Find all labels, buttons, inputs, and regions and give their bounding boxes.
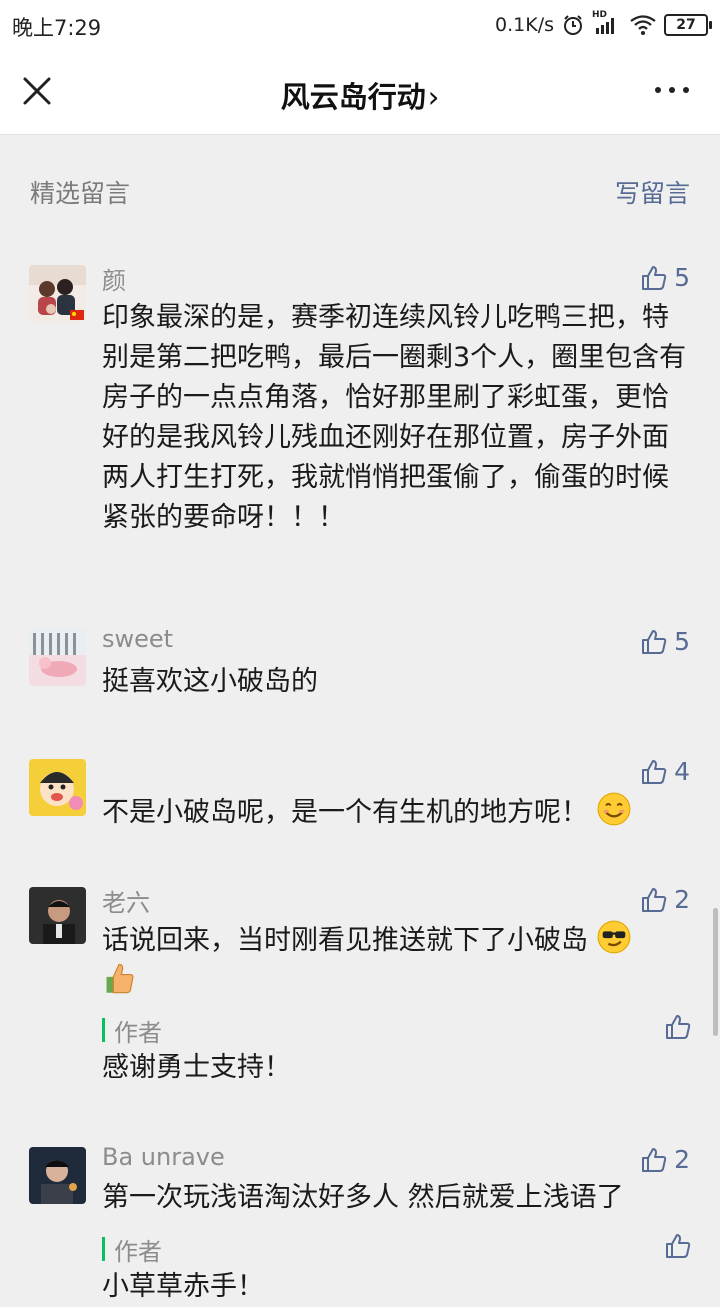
author-marker bbox=[102, 1018, 105, 1042]
like-button[interactable]: 2 bbox=[640, 1145, 690, 1174]
thumb-up-icon bbox=[642, 759, 667, 784]
comment-item: sweet 5 挺喜欢这小破岛的 bbox=[0, 622, 720, 712]
thumb-up-icon bbox=[642, 887, 667, 912]
like-button[interactable]: 5 bbox=[640, 263, 690, 292]
signal-icon: HD bbox=[592, 10, 622, 36]
avatar[interactable] bbox=[29, 265, 86, 322]
thumb-up-icon bbox=[642, 1147, 667, 1172]
comment-text: 不是小破岛呢，是一个有生机的地方呢！ bbox=[102, 792, 692, 833]
chevron-right-icon: › bbox=[427, 80, 440, 114]
comment-text: 第一次玩浅语淘汰好多人 然后就爱上浅语了 bbox=[102, 1182, 624, 1213]
like-button[interactable]: 5 bbox=[640, 627, 690, 656]
smile-emoji bbox=[597, 792, 631, 826]
more-icon[interactable] bbox=[654, 82, 690, 98]
battery-icon: 27 bbox=[664, 14, 712, 36]
wifi-icon bbox=[630, 15, 656, 35]
scrollbar[interactable] bbox=[713, 908, 718, 1036]
page-title[interactable]: 风云岛行动› bbox=[0, 74, 720, 116]
like-count: 2 bbox=[674, 885, 690, 914]
thumb-up-icon bbox=[642, 265, 667, 290]
battery-level: 27 bbox=[676, 17, 696, 33]
like-count: 2 bbox=[674, 1145, 690, 1174]
comment-item: 老六 2 话说回来，当时刚看见推送就下了小破岛 作者 感谢勇士支持！ bbox=[0, 880, 720, 1090]
comments-header: 精选留言 写留言 bbox=[0, 134, 720, 244]
avatar[interactable] bbox=[29, 629, 86, 686]
thumb-up-icon[interactable] bbox=[664, 1232, 692, 1260]
comment-item: 4 不是小破岛呢，是一个有生机的地方呢！ bbox=[0, 752, 720, 842]
thumbs-up-emoji bbox=[106, 963, 134, 994]
comment-text-content: 不是小破岛呢，是一个有生机的地方呢！ bbox=[102, 797, 588, 828]
comment-nickname: 老六 bbox=[102, 889, 150, 917]
status-bar: 晚上7:29 0.1K/s HD 27 bbox=[0, 0, 720, 50]
author-label: 作者 bbox=[114, 1019, 162, 1047]
cool-emoji bbox=[597, 920, 631, 954]
nav-bar: 风云岛行动› bbox=[0, 50, 720, 135]
author-reply-header: 作者 bbox=[102, 1013, 692, 1047]
author-reply-text: 小草草赤手！ bbox=[102, 1271, 264, 1302]
avatar[interactable] bbox=[29, 887, 86, 944]
alarm-icon bbox=[564, 15, 582, 35]
status-time: 晚上7:29 bbox=[12, 16, 102, 40]
comment-item: 颜 5 印象最深的是，赛季初连续风铃儿吃鸭三把，特别是第二把吃鸭，最后一圈剩3个… bbox=[0, 258, 720, 588]
like-button[interactable]: 4 bbox=[640, 757, 690, 786]
author-reply-header: 作者 bbox=[102, 1232, 692, 1266]
avatar[interactable] bbox=[29, 1147, 86, 1204]
network-speed: 0.1K/s bbox=[495, 14, 554, 36]
write-comment-link[interactable]: 写留言 bbox=[615, 174, 690, 210]
thumb-up-icon bbox=[642, 629, 667, 654]
author-reply-text: 感谢勇士支持！ bbox=[102, 1052, 291, 1083]
comment-nickname: sweet bbox=[102, 625, 174, 653]
comment-text: 印象最深的是，赛季初连续风铃儿吃鸭三把，特别是第二把吃鸭，最后一圈剩3个人，圈里… bbox=[102, 302, 687, 533]
comment-text: 挺喜欢这小破岛的 bbox=[102, 666, 318, 697]
author-marker bbox=[102, 1237, 105, 1261]
avatar[interactable] bbox=[29, 759, 86, 816]
like-count: 5 bbox=[674, 627, 690, 656]
like-button[interactable]: 2 bbox=[640, 885, 690, 914]
comment-text: 话说回来，当时刚看见推送就下了小破岛 bbox=[102, 920, 692, 1002]
thumb-up-icon[interactable] bbox=[664, 1013, 692, 1041]
like-count: 4 bbox=[674, 757, 690, 786]
account-name[interactable]: 风云岛行动 bbox=[281, 80, 426, 114]
section-title: 精选留言 bbox=[30, 179, 131, 208]
status-icons: 0.1K/s HD 27 bbox=[495, 10, 712, 40]
author-label: 作者 bbox=[114, 1238, 162, 1266]
comment-item: Ba unrave 2 第一次玩浅语淘汰好多人 然后就爱上浅语了 作者 小草草赤… bbox=[0, 1140, 720, 1302]
like-count: 5 bbox=[674, 263, 690, 292]
comment-nickname: 颜 bbox=[102, 267, 126, 295]
comment-text-content: 话说回来，当时刚看见推送就下了小破岛 bbox=[102, 925, 588, 956]
comment-nickname: Ba unrave bbox=[102, 1143, 225, 1171]
